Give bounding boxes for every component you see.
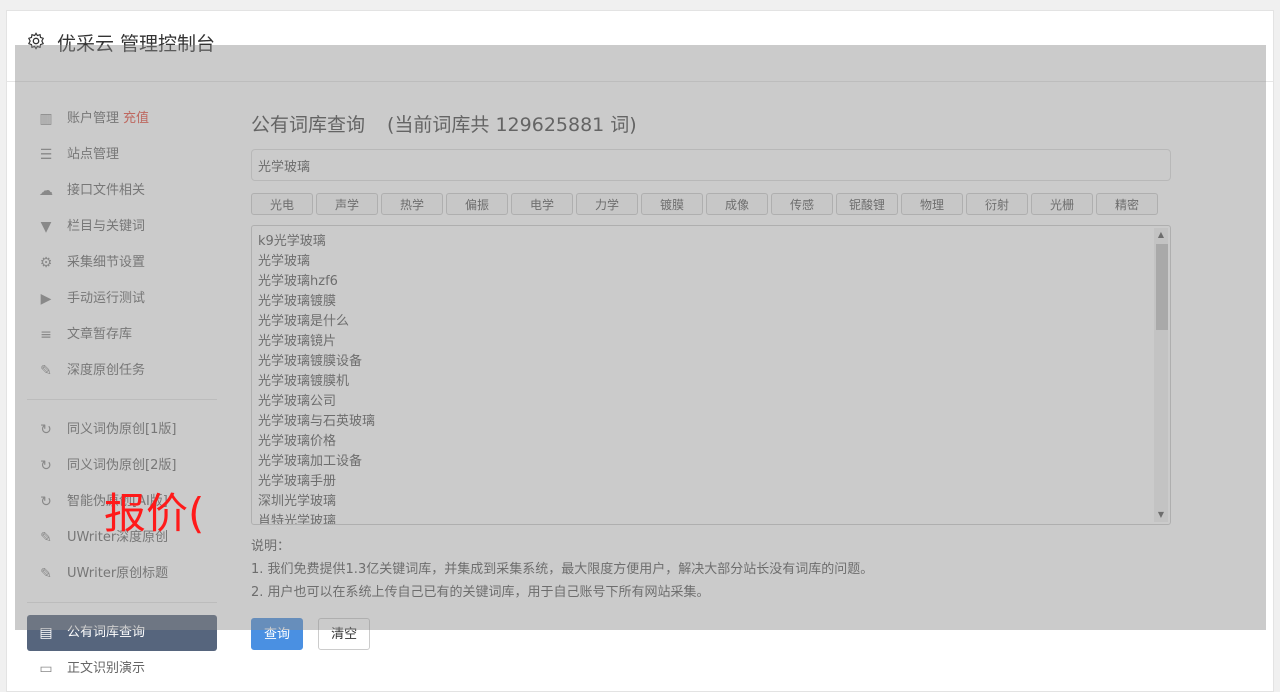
- monitor-icon: ▭: [39, 661, 53, 677]
- sidebar-item[interactable]: ▭ 正文识别演示: [27, 651, 217, 687]
- overlay-text: 报价(: [104, 489, 205, 538]
- sidebar-item-label: 正文识别演示: [67, 661, 146, 676]
- modal-overlay[interactable]: [15, 45, 1266, 630]
